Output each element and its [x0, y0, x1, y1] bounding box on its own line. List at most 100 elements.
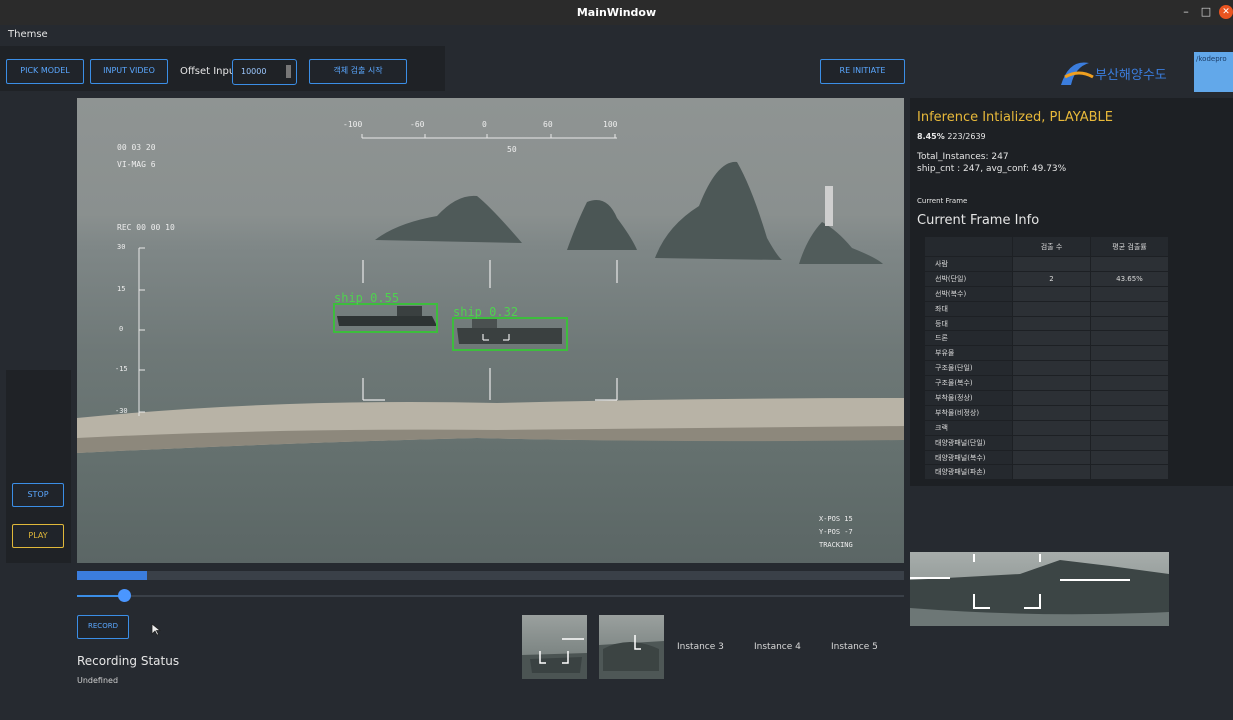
menu-themes[interactable]: Themse — [8, 29, 48, 40]
detection-count-cell — [1012, 345, 1091, 362]
instance-5-label[interactable]: Instance 5 — [831, 642, 878, 652]
table-row: 부착물(정상) — [924, 390, 1169, 406]
island — [375, 195, 522, 243]
top-scale-value: 50 — [507, 145, 517, 154]
detection-class: ship — [334, 291, 363, 305]
avg-confidence-cell — [1090, 419, 1169, 436]
avg-confidence-cell — [1090, 285, 1169, 302]
crop-image — [910, 554, 1169, 626]
row-label: 사람 — [924, 256, 1013, 272]
table-row: 등대 — [924, 315, 1169, 332]
detection-count-cell — [1012, 434, 1091, 451]
progress-text: 8.45% 223/2639 — [917, 132, 986, 141]
table-header: 검출 수 — [1012, 236, 1091, 257]
pick-model-button[interactable]: PICK MODEL — [6, 59, 84, 84]
avg-confidence-cell — [1090, 375, 1169, 392]
detection-count-cell — [1012, 360, 1091, 377]
current-frame-info-title: Current Frame Info — [917, 213, 1040, 228]
left-scale-lines — [138, 247, 145, 416]
island — [655, 161, 782, 260]
seek-slider-handle[interactable] — [118, 589, 131, 602]
instance-3-label[interactable]: Instance 3 — [677, 642, 724, 652]
table-row: 드론 — [924, 330, 1169, 347]
stop-button[interactable]: STOP — [12, 483, 64, 507]
detection-count-cell — [1012, 419, 1091, 436]
close-icon[interactable]: ✕ — [1219, 5, 1233, 19]
table-row: 부착물(비정상) — [924, 404, 1169, 421]
inference-status: Inference Intialized, PLAYABLE — [917, 110, 1113, 125]
detection-count-cell — [1012, 464, 1091, 481]
row-label: 구조물(단일) — [924, 360, 1013, 377]
table-corner — [924, 236, 1013, 257]
table-row: 선박(단일) 2 43.65% — [924, 270, 1169, 287]
detection-label: ship 0.32 — [453, 305, 518, 319]
offset-input[interactable]: 10000 — [232, 59, 297, 85]
row-label: 크랙 — [924, 419, 1013, 436]
row-label: 드론 — [924, 330, 1013, 347]
table-row: 구조물(단일) — [924, 360, 1169, 377]
seek-slider-fill — [77, 595, 124, 597]
avg-confidence-cell — [1090, 360, 1169, 377]
play-button[interactable]: PLAY — [12, 524, 64, 548]
row-label: 구조물(복수) — [924, 375, 1013, 392]
detection-label: ship 0.55 — [334, 291, 399, 305]
instance-thumbnail-2[interactable] — [599, 615, 664, 679]
instance-image — [522, 638, 587, 679]
left-scale-tick: 30 — [117, 243, 126, 251]
avg-confidence-cell — [1090, 330, 1169, 347]
detection-count-cell — [1012, 375, 1091, 392]
row-label: 부착물(정상) — [924, 390, 1013, 406]
mouse-cursor-icon — [151, 623, 161, 636]
menu-bar: Themse — [0, 25, 1233, 46]
progress-frames: 223/2639 — [947, 132, 986, 141]
lighthouse — [825, 186, 833, 226]
minimize-icon[interactable]: – — [1179, 5, 1193, 19]
progress-fill — [77, 571, 147, 580]
spin-handle-icon[interactable] — [286, 65, 291, 78]
hud-ypos: Y-POS -7 — [819, 528, 853, 536]
avg-confidence-cell — [1090, 300, 1169, 317]
island — [799, 222, 883, 264]
seek-slider-track[interactable] — [77, 595, 904, 597]
row-label: 선박(단일) — [924, 270, 1013, 287]
row-label: 태양광패널(파손) — [924, 464, 1013, 481]
window-title: MainWindow — [576, 6, 657, 19]
video-view[interactable]: 00 03 20 VI-MAG 6 REC 00 00 10 -100 -60 … — [77, 98, 904, 563]
left-scale-tick: 0 — [119, 325, 124, 333]
reinitiate-button[interactable]: RE INITIATE — [820, 59, 905, 84]
table-row: 선박(복수) — [924, 285, 1169, 302]
detection-count-cell — [1012, 315, 1091, 332]
detect-start-button[interactable]: 객체 검출 시작 — [309, 59, 407, 84]
detection-count-cell — [1012, 330, 1091, 347]
row-label: 좌대 — [924, 300, 1013, 317]
table-row: 태양광패널(파손) — [924, 464, 1169, 481]
progress-percent: 8.45% — [917, 132, 945, 141]
avg-confidence-cell — [1090, 390, 1169, 406]
record-button[interactable]: RECORD — [77, 615, 129, 639]
table-row: 태양광패널(단일) — [924, 434, 1169, 451]
ship-cabin — [472, 318, 497, 328]
detection-score: 0.55 — [370, 291, 400, 305]
top-scale-tick: 0 — [482, 120, 487, 129]
table-row: 태양광패널(복수) — [924, 449, 1169, 466]
left-scale-tick: -15 — [115, 365, 128, 373]
left-scale-tick: -30 — [115, 407, 128, 415]
title-bar: MainWindow – □ ✕ — [0, 0, 1233, 25]
hud-xpos: X-POS 15 — [819, 515, 853, 523]
table-row: 구조물(복수) — [924, 375, 1169, 392]
detection-score: 0.32 — [489, 305, 519, 319]
logo: 부산해양수도 — [1055, 55, 1190, 91]
top-scale-tick: -100 — [343, 120, 363, 129]
detection-count-cell — [1012, 300, 1091, 317]
input-video-button[interactable]: INPUT VIDEO — [90, 59, 168, 84]
instance-thumbnail-1[interactable] — [522, 615, 587, 679]
maximize-icon[interactable]: □ — [1199, 5, 1213, 19]
recording-status-value: Undefined — [77, 676, 119, 685]
top-scale-tick: 60 — [543, 120, 553, 129]
logo-text: 부산해양수도 — [1095, 68, 1167, 83]
avg-confidence-cell: 43.65% — [1090, 270, 1169, 287]
table-header: 평균 검출률 — [1090, 236, 1169, 257]
instance-4-label[interactable]: Instance 4 — [754, 642, 801, 652]
top-scale-tick: 100 — [603, 120, 618, 129]
avg-confidence-cell — [1090, 464, 1169, 481]
